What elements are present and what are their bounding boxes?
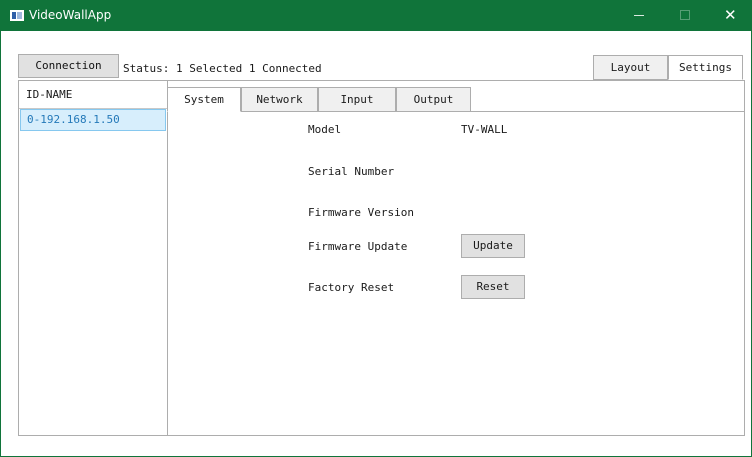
firmware-version-label: Firmware Version: [308, 206, 414, 219]
tab-input[interactable]: Input: [318, 87, 396, 112]
window-title: VideoWallApp: [29, 8, 112, 22]
panel-divider: [167, 81, 168, 435]
app-window: VideoWallApp ✕ Connection Status: 1 Sele…: [0, 0, 752, 457]
model-label: Model: [308, 123, 342, 136]
update-button[interactable]: Update: [461, 234, 525, 258]
connection-button[interactable]: Connection: [18, 54, 119, 78]
factory-reset-label: Factory Reset: [308, 281, 395, 294]
maximize-button[interactable]: [662, 0, 708, 31]
minimize-icon: [634, 15, 644, 16]
connection-status: Status: 1 Selected 1 Connected: [123, 62, 322, 75]
device-list-item[interactable]: 0-192.168.1.50: [20, 109, 166, 131]
tab-settings[interactable]: Settings: [668, 55, 743, 80]
close-button[interactable]: ✕: [707, 0, 752, 31]
firmware-update-label: Firmware Update: [308, 240, 408, 253]
serial-number-label: Serial Number: [308, 165, 395, 178]
tab-output[interactable]: Output: [396, 87, 471, 112]
tab-network[interactable]: Network: [241, 87, 318, 112]
model-value: TV-WALL: [461, 123, 508, 136]
tab-layout[interactable]: Layout: [593, 55, 668, 80]
device-list-header: ID-NAME: [19, 81, 167, 109]
settings-panel: ID-NAME 0-192.168.1.50 System Network In…: [18, 80, 745, 436]
title-bar[interactable]: VideoWallApp ✕: [1, 0, 752, 31]
minimize-button[interactable]: [616, 0, 662, 31]
close-icon: ✕: [724, 6, 737, 24]
reset-button[interactable]: Reset: [461, 275, 525, 299]
app-window-icon: [10, 10, 24, 21]
tab-strip-border: [471, 111, 745, 112]
tab-system[interactable]: System: [167, 87, 241, 112]
maximize-icon: [680, 10, 690, 20]
